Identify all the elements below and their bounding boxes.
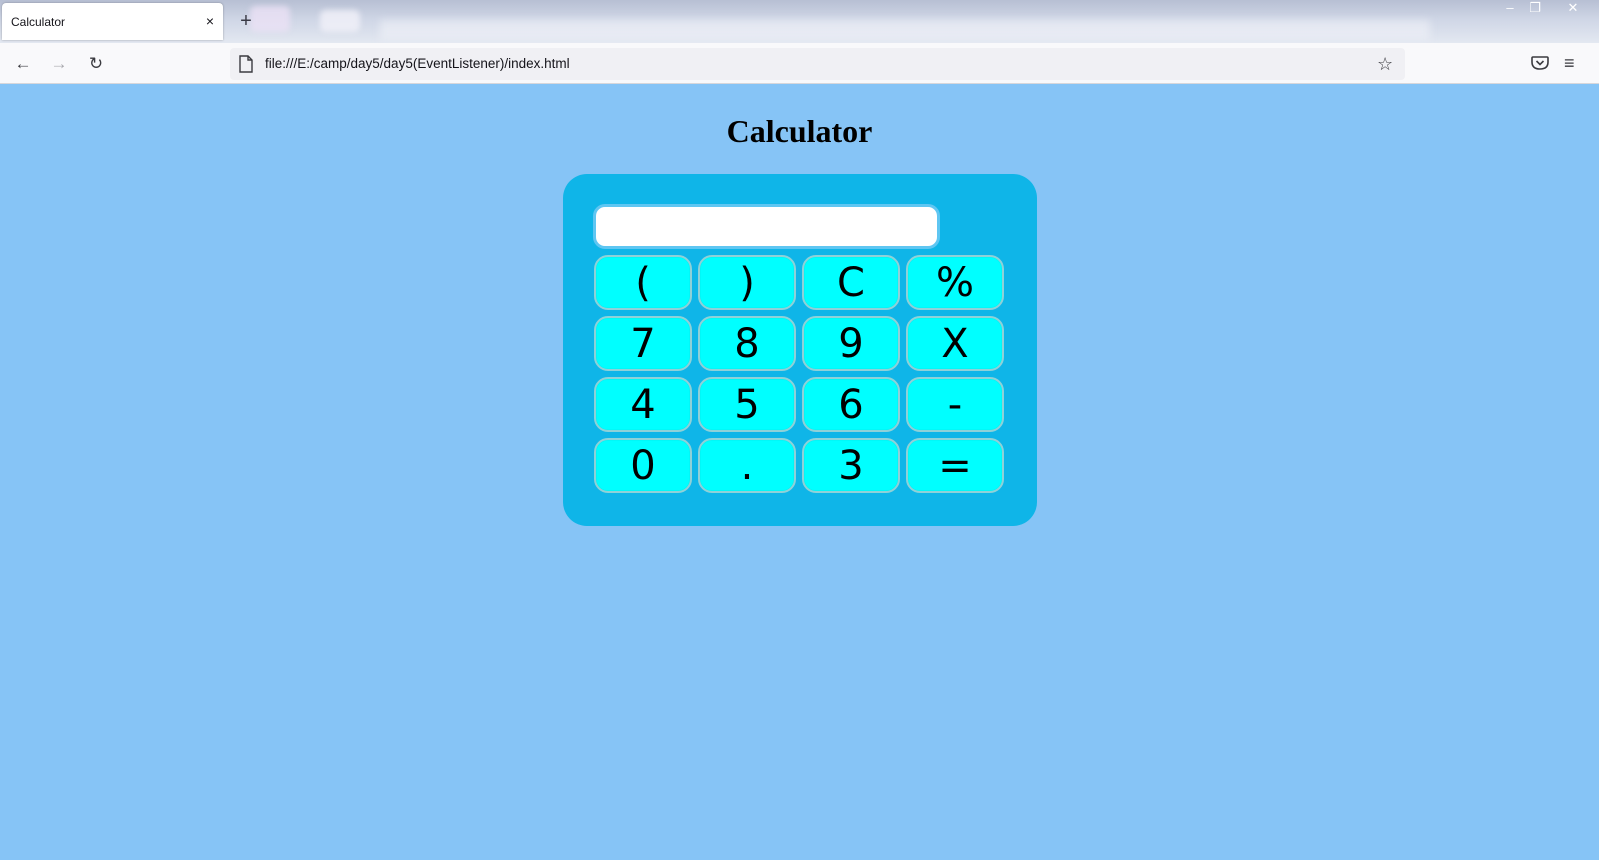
- browser-navbar: ← → ↻ file:///E:/camp/day5/day5(EventLis…: [0, 43, 1599, 84]
- close-tab-icon[interactable]: ×: [200, 11, 220, 31]
- new-tab-icon[interactable]: +: [236, 10, 256, 32]
- key-close-paren[interactable]: ): [698, 255, 796, 310]
- browser-tab-calculator[interactable]: Calculator ×: [2, 3, 223, 40]
- page-icon: [239, 55, 253, 73]
- calculator-display[interactable]: [593, 204, 940, 249]
- calculator: ( ) C % 7 8 9 X 4 5 6 - 0 . 3 =: [563, 174, 1037, 526]
- key-6[interactable]: 6: [802, 377, 900, 432]
- pocket-icon[interactable]: [1530, 53, 1550, 73]
- tab-title: Calculator: [11, 15, 66, 29]
- key-decimal[interactable]: .: [698, 438, 796, 493]
- key-3[interactable]: 3: [802, 438, 900, 493]
- hamburger-menu-icon[interactable]: ≡: [1564, 52, 1575, 74]
- key-9[interactable]: 9: [802, 316, 900, 371]
- reload-icon[interactable]: ↻: [83, 51, 109, 77]
- key-4[interactable]: 4: [594, 377, 692, 432]
- key-5[interactable]: 5: [698, 377, 796, 432]
- restore-window-icon[interactable]: ❐: [1522, 0, 1548, 18]
- page-title: Calculator: [726, 113, 873, 149]
- key-minus[interactable]: -: [906, 377, 1004, 432]
- forward-arrow-icon[interactable]: →: [46, 51, 72, 77]
- close-window-icon[interactable]: ✕: [1560, 0, 1586, 18]
- url-text[interactable]: file:///E:/camp/day5/day5(EventListener)…: [265, 56, 570, 71]
- background-blur: [320, 10, 360, 32]
- browser-titlebar: Calculator × + – ❐ ✕: [0, 0, 1599, 43]
- key-percent[interactable]: %: [906, 255, 1004, 310]
- back-arrow-icon[interactable]: ←: [10, 51, 36, 77]
- key-0[interactable]: 0: [594, 438, 692, 493]
- key-8[interactable]: 8: [698, 316, 796, 371]
- key-open-paren[interactable]: (: [594, 255, 692, 310]
- key-clear[interactable]: C: [802, 255, 900, 310]
- key-equals[interactable]: =: [906, 438, 1004, 493]
- calculator-keypad: ( ) C % 7 8 9 X 4 5 6 - 0 . 3 =: [594, 255, 1008, 497]
- key-multiply[interactable]: X: [906, 316, 1004, 371]
- key-7[interactable]: 7: [594, 316, 692, 371]
- background-blur: [380, 20, 1430, 40]
- minimize-window-icon[interactable]: –: [1497, 0, 1523, 18]
- background-blur: [250, 6, 290, 32]
- page-content: Calculator ( ) C % 7 8 9 X 4 5 6 - 0 . 3…: [0, 85, 1599, 860]
- address-bar[interactable]: file:///E:/camp/day5/day5(EventListener)…: [230, 48, 1405, 80]
- bookmark-star-icon[interactable]: ☆: [1377, 53, 1393, 75]
